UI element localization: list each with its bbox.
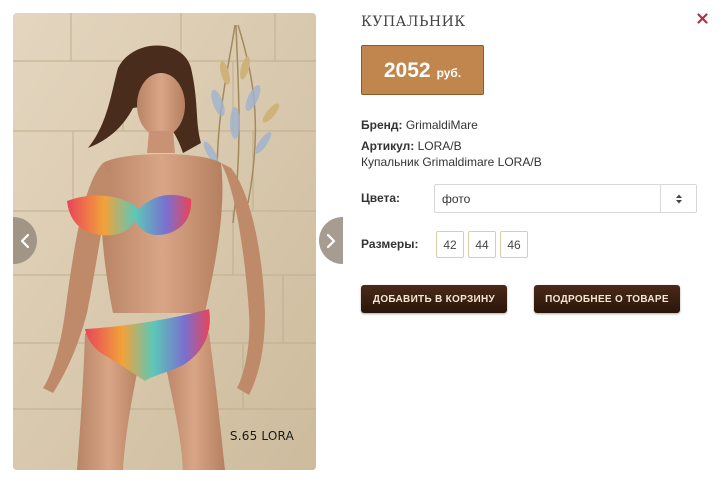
sizes-label: Размеры: [361, 237, 419, 251]
product-description: Купальник Grimaldimare LORA/B [361, 155, 542, 169]
photo-caption: S.65 LORA [229, 429, 294, 443]
gallery-next-button[interactable] [319, 217, 343, 264]
select-arrow [660, 185, 696, 212]
product-photo: S.65 LORA [13, 13, 316, 470]
product-details-button[interactable]: ПОДРОБНЕЕ О ТОВАРЕ [534, 285, 680, 313]
brand-line: Бренд: GrimaldiMare [361, 117, 478, 133]
updown-arrows-icon [675, 194, 682, 203]
size-option-46[interactable]: 46 [500, 231, 528, 258]
close-button[interactable] [694, 10, 710, 26]
close-icon [696, 12, 708, 24]
size-options: 42 44 46 [436, 231, 528, 258]
color-select-value: фото [442, 191, 471, 206]
size-option-42[interactable]: 42 [436, 231, 464, 258]
article-line: Артикул: LORA/B [361, 138, 462, 154]
product-image [13, 13, 316, 470]
brand-label: Бренд: [361, 118, 403, 132]
add-to-cart-button[interactable]: ДОБАВИТЬ В КОРЗИНУ [361, 285, 507, 313]
chevron-left-icon [20, 233, 30, 248]
article-label: Артикул: [361, 139, 415, 153]
price-amount: 2052 [383, 59, 431, 82]
product-title: КУПАЛЬНИК [361, 14, 466, 30]
article-value: LORA/B [417, 139, 462, 153]
colors-label: Цвета: [361, 191, 401, 205]
brand-value: GrimaldiMare [405, 118, 478, 132]
chevron-right-icon [326, 233, 336, 248]
size-option-44[interactable]: 44 [468, 231, 496, 258]
price-badge: 2052 руб. [361, 45, 484, 95]
price-currency: руб. [436, 66, 462, 80]
color-select[interactable]: фото [434, 184, 697, 213]
